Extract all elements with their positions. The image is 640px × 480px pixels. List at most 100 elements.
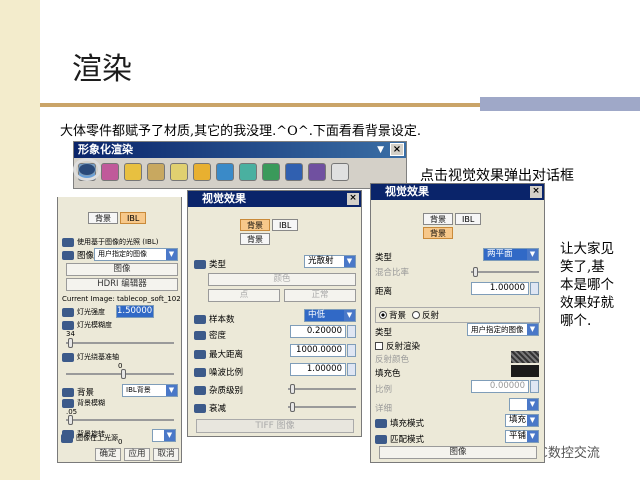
light-icon: [62, 307, 74, 317]
slider-knob[interactable]: [121, 369, 126, 379]
density-spinner[interactable]: [347, 325, 356, 338]
export-icon[interactable]: [308, 163, 326, 181]
light-icon[interactable]: [124, 163, 142, 181]
density-field[interactable]: 0.20000: [290, 325, 346, 338]
image-select[interactable]: 用户指定的图像 ▼: [94, 248, 178, 261]
noise-icon: [194, 367, 206, 377]
tab-group: 背景 IBL 背景: [423, 213, 482, 239]
mix-slider[interactable]: [471, 267, 539, 277]
detail-row: 详细: [375, 402, 392, 414]
type-select[interactable]: 两平面 ▼: [483, 248, 539, 261]
distance-icon: [194, 349, 206, 359]
decay-slider[interactable]: [288, 402, 356, 412]
fill-mode-select-value: 填充: [509, 415, 527, 425]
detail-select[interactable]: ▼: [509, 398, 539, 411]
decay-label: 衰减: [209, 404, 227, 414]
close-icon[interactable]: ×: [530, 186, 542, 198]
checkbox-icon[interactable]: [62, 237, 74, 247]
print-icon[interactable]: [285, 163, 303, 181]
tab-ibl[interactable]: IBL: [272, 219, 299, 231]
tab-background[interactable]: 背景: [423, 213, 453, 225]
tab-ibl[interactable]: IBL: [120, 212, 147, 224]
slider-knob[interactable]: [473, 267, 478, 277]
tab-group: 背景 IBL 背景: [240, 219, 299, 245]
slider-knob[interactable]: [68, 415, 73, 425]
bg-blur-row: 背景模糊: [62, 398, 105, 408]
eye-icon[interactable]: [331, 163, 349, 181]
match-mode-select[interactable]: 平铺 ▼: [505, 430, 539, 443]
slider-knob[interactable]: [290, 402, 295, 412]
checkbox-icon[interactable]: [375, 342, 383, 350]
image-button[interactable]: 图像: [66, 263, 178, 276]
match-mode-label: 匹配模式: [390, 435, 425, 445]
ratio-spinner[interactable]: [530, 380, 539, 393]
type-select[interactable]: 光散射 ▼: [304, 255, 356, 268]
bg-select[interactable]: IBL背景 ▼: [122, 384, 178, 397]
samples-select[interactable]: 中低 ▼: [304, 309, 356, 322]
light-rot-slider[interactable]: [66, 369, 174, 379]
scene-icon[interactable]: [262, 163, 280, 181]
apply-button[interactable]: 应用: [124, 448, 150, 461]
visual-effects-icon[interactable]: [73, 158, 101, 181]
color-button[interactable]: 颜色: [208, 273, 356, 286]
ibl-check-label: 使用基于图像的光照 (IBL): [77, 238, 159, 246]
radio-bg-icon[interactable]: [379, 311, 387, 319]
radio-reflect-icon[interactable]: [412, 311, 421, 319]
stage-icon[interactable]: [193, 163, 211, 181]
tab-background[interactable]: 背景: [88, 212, 118, 224]
panel-titlebar: 视觉效果 ×: [371, 184, 544, 200]
distance-spinner[interactable]: [530, 282, 539, 295]
type-icon: [194, 259, 206, 269]
maxdist-field[interactable]: 1000.0000: [290, 344, 346, 357]
chevron-down-icon[interactable]: ▼: [377, 142, 384, 158]
impurity-slider[interactable]: [288, 384, 356, 394]
fill-mode-label: 填充模式: [390, 419, 425, 429]
show-light-select[interactable]: ▼: [152, 429, 176, 442]
light-blur-label: 灯光模糊度: [77, 321, 112, 329]
density-row: 密度: [194, 329, 226, 341]
tab-bg[interactable]: 背景: [423, 227, 453, 239]
fill-color-swatch[interactable]: [511, 365, 539, 377]
light-strength-field[interactable]: 1.50000: [116, 305, 154, 318]
mix-row: 混合比率: [375, 266, 409, 278]
bg-row: 背景: [62, 386, 94, 398]
maxdist-spinner[interactable]: [347, 344, 356, 357]
cube-icon[interactable]: [239, 163, 257, 181]
maxdist-row: 最大距离: [194, 348, 243, 360]
close-icon[interactable]: ×: [390, 143, 404, 156]
tiff-image-button[interactable]: TIFF 图像: [196, 419, 354, 433]
close-icon[interactable]: ×: [347, 193, 359, 205]
texture-icon[interactable]: [147, 163, 165, 181]
fill-mode-select[interactable]: 填充 ▼: [505, 414, 539, 427]
normal-button[interactable]: 正常: [284, 289, 356, 302]
visual-effects-panel: 视觉效果 × 背景 IBL 背景 类型 光散射 ▼ 颜色 点 正常 样本数 中低 ▼ 密度…: [187, 190, 362, 437]
fill-color-label: 填充色: [375, 369, 401, 379]
reflect-color-swatch[interactable]: [511, 351, 539, 363]
bg-blur-slider[interactable]: [66, 415, 174, 425]
type2-select[interactable]: 用户指定的图像 ▼: [467, 323, 539, 336]
tab-background[interactable]: 背景: [240, 219, 270, 231]
slider-knob[interactable]: [290, 384, 295, 394]
hdri-editor-button[interactable]: HDRI 编辑器: [66, 278, 178, 291]
noise-field[interactable]: 1.00000: [290, 363, 346, 376]
material-icon[interactable]: [101, 163, 119, 181]
tab-ibl[interactable]: IBL: [455, 213, 482, 225]
cancel-button[interactable]: 取消: [153, 448, 179, 461]
ibl-checkbox-row[interactable]: 使用基于图像的光照 (IBL): [62, 237, 158, 247]
image-button[interactable]: 图像: [379, 446, 537, 459]
ok-button[interactable]: 确定: [95, 448, 121, 461]
visual-effects-panel-2: 视觉效果 × 背景 IBL 背景 类型 两平面 ▼ 混合比率 距离 1.00000 背景…: [370, 183, 545, 463]
type-row: 类型: [375, 251, 392, 263]
light-blur-slider[interactable]: [66, 338, 174, 348]
tab-bg[interactable]: 背景: [240, 233, 270, 245]
noise-spinner[interactable]: [347, 363, 356, 376]
distance-field[interactable]: 1.00000: [471, 282, 529, 295]
image-label: 图像: [77, 251, 95, 261]
point-button[interactable]: 点: [208, 289, 280, 302]
ratio-field[interactable]: 0.00000: [471, 380, 529, 393]
slider-knob[interactable]: [68, 338, 73, 348]
bg-icon[interactable]: [216, 163, 234, 181]
decal-icon[interactable]: [170, 163, 188, 181]
render-toolbar: 形象化渲染 ▼ ×: [73, 141, 407, 189]
image-row: 图像: [62, 249, 94, 261]
